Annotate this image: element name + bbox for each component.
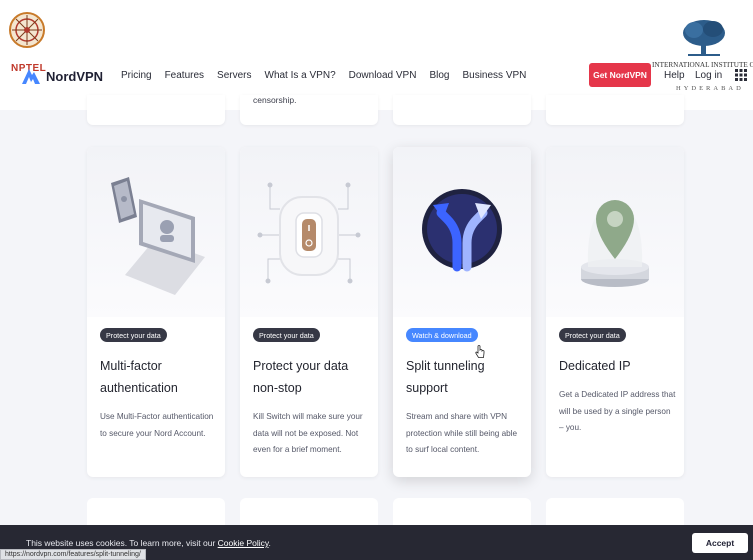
nav-features[interactable]: Features xyxy=(165,70,204,81)
cookie-message-text: This website uses cookies. To learn more… xyxy=(26,538,218,548)
card-description: Stream and share with VPN protection whi… xyxy=(406,412,518,454)
nav-pricing[interactable]: Pricing xyxy=(121,70,152,81)
category-badge: Protect your data xyxy=(253,328,320,342)
cookie-policy-link[interactable]: Cookie Policy xyxy=(218,538,269,548)
laptop-phone-icon xyxy=(111,177,205,295)
card-illustration xyxy=(87,147,225,317)
partial-card-top xyxy=(393,95,531,125)
nordvpn-logo[interactable]: NordVPN xyxy=(20,66,103,86)
partial-card-top xyxy=(546,95,684,125)
apps-grid-icon[interactable] xyxy=(735,69,747,81)
category-badge: Watch & download xyxy=(406,328,478,342)
feature-card-kill-switch[interactable]: Protect your data Protect your data non-… xyxy=(240,147,378,477)
card-description: Get a Dedicated IP address that will be … xyxy=(559,390,676,432)
feature-card-dedicated-ip[interactable]: Protect your data Dedicated IP Get a Ded… xyxy=(546,147,684,477)
nav-blog[interactable]: Blog xyxy=(429,70,449,81)
nav-what-is-vpn[interactable]: What Is a VPN? xyxy=(265,70,336,81)
cookie-message: This website uses cookies. To learn more… xyxy=(26,538,271,548)
help-link[interactable]: Help xyxy=(664,70,685,81)
nav-servers[interactable]: Servers xyxy=(217,70,251,81)
brand-name: NordVPN xyxy=(46,68,104,84)
status-bar-url: https://nordvpn.com/features/split-tunne… xyxy=(0,549,146,560)
main-nav: Pricing Features Servers What Is a VPN? … xyxy=(121,70,539,81)
partial-card-top xyxy=(87,95,225,125)
nav-business-vpn[interactable]: Business VPN xyxy=(462,70,526,81)
location-pin-icon xyxy=(581,200,649,287)
feature-card-split-tunneling[interactable]: Watch & download Split tunneling support… xyxy=(393,147,531,477)
site-header: NPTEL NordVPN Pricing Features Servers W… xyxy=(0,0,753,110)
partial-card-text: censorship. xyxy=(253,95,297,105)
card-description: Kill Switch will make sure your data wil… xyxy=(253,412,363,454)
nordvpn-mountain-icon xyxy=(22,69,40,84)
cookie-message-suffix: . xyxy=(268,538,271,548)
hand-cursor-icon xyxy=(475,345,485,358)
nav-download-vpn[interactable]: Download VPN xyxy=(349,70,417,81)
card-title: Split tunneling support xyxy=(406,359,485,395)
card-title: Protect your data non-stop xyxy=(253,359,349,395)
category-badge: Protect your data xyxy=(100,328,167,342)
card-illustration xyxy=(546,147,684,317)
kill-switch-icon xyxy=(257,182,361,284)
card-illustration xyxy=(393,147,531,317)
card-title: Multi-factor authentication xyxy=(100,359,178,395)
nptel-logo-icon xyxy=(9,12,45,48)
feature-card-multi-factor[interactable]: Protect your data Multi-factor authentic… xyxy=(87,147,225,477)
accept-cookies-button[interactable]: Accept xyxy=(692,533,748,553)
card-illustration xyxy=(240,147,378,317)
get-nordvpn-button[interactable]: Get NordVPN xyxy=(589,63,651,87)
iiit-tree-logo-icon xyxy=(683,20,725,56)
card-description: Use Multi-Factor authentication to secur… xyxy=(100,412,214,438)
login-link[interactable]: Log in xyxy=(695,70,722,81)
iiit-city: HYDERABAD xyxy=(676,85,744,92)
card-title: Dedicated IP xyxy=(559,359,631,373)
category-badge: Protect your data xyxy=(559,328,626,342)
split-arrow-icon xyxy=(422,189,502,272)
partial-card-top: censorship. xyxy=(240,95,378,125)
